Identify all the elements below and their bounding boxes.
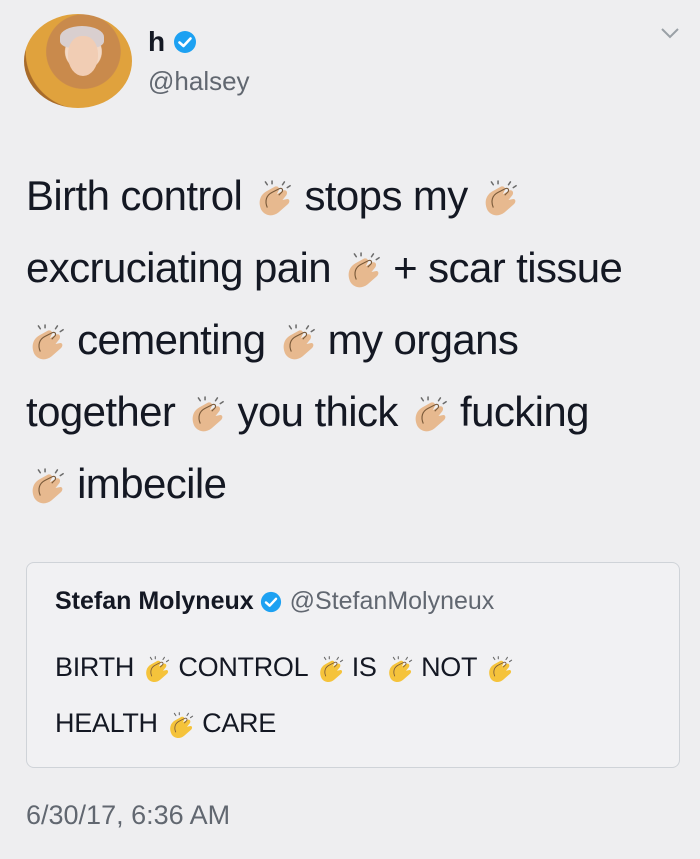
clapping-hands-icon (414, 396, 447, 433)
tweet-text-segment: fucking (460, 388, 589, 435)
chevron-down-icon[interactable] (660, 26, 680, 40)
avatar-face (68, 36, 98, 76)
tweet-text-segment: + scar tissue (393, 244, 623, 291)
clapping-hands-icon (192, 396, 225, 433)
quoted-text-segment: CARE (202, 708, 276, 738)
tweet-header: h @halsey (24, 14, 250, 108)
clapping-hands-icon (259, 180, 292, 217)
tweet-text-segment: Birth control (26, 172, 243, 219)
quoted-tweet[interactable]: Stefan Molyneux @StefanMolyneux BIRTH CO… (26, 562, 680, 768)
tweet-text-segment: excruciating pain (26, 244, 332, 291)
clapping-hands-icon (282, 324, 315, 361)
display-name-row: h (148, 26, 250, 58)
tweet-text: Birth control stops my excruciating pain… (26, 160, 676, 520)
tweet-card: h @halsey Birth control stops my excruci… (0, 0, 700, 859)
verified-badge-icon (174, 30, 197, 53)
clapping-hands-icon (169, 712, 194, 739)
display-name[interactable]: h (148, 26, 165, 58)
clapping-hands-icon (145, 656, 170, 683)
avatar[interactable] (24, 14, 132, 108)
tweet-text-segment: imbecile (77, 460, 227, 507)
clapping-hands-icon (484, 180, 517, 217)
verified-badge-icon (260, 591, 281, 612)
clapping-hands-icon (319, 656, 343, 683)
tweet-text-segment: you thick (237, 388, 398, 435)
clapping-hands-icon (347, 252, 380, 289)
clapping-hands-icon (488, 656, 513, 683)
tweet-timestamp[interactable]: 6/30/17, 6:36 AM (26, 800, 230, 831)
quoted-handle[interactable]: @StefanMolyneux (290, 587, 495, 616)
tweet-text-segment: stops my (304, 172, 468, 219)
quoted-text-segment: BIRTH (55, 652, 135, 682)
clapping-hands-icon (31, 324, 64, 361)
quoted-text-segment: CONTROL (178, 652, 308, 682)
author-block: h @halsey (148, 26, 250, 97)
quoted-tweet-text: BIRTH CONTROL IS NOT HEALTH CARE (55, 639, 655, 751)
tweet-text-segment: cementing (77, 316, 266, 363)
tweet-text-segment: my organs (327, 316, 519, 363)
quoted-text-segment: HEALTH (55, 708, 158, 738)
quoted-text-segment: NOT (421, 652, 477, 682)
author-handle[interactable]: @halsey (148, 66, 250, 97)
quoted-text-segment: IS (351, 652, 377, 682)
tweet-text-segment: together (26, 388, 176, 435)
quoted-tweet-header: Stefan Molyneux @StefanMolyneux (55, 587, 494, 616)
quoted-display-name[interactable]: Stefan Molyneux (55, 587, 254, 616)
clapping-hands-icon (388, 656, 413, 683)
clapping-hands-icon (31, 468, 64, 505)
